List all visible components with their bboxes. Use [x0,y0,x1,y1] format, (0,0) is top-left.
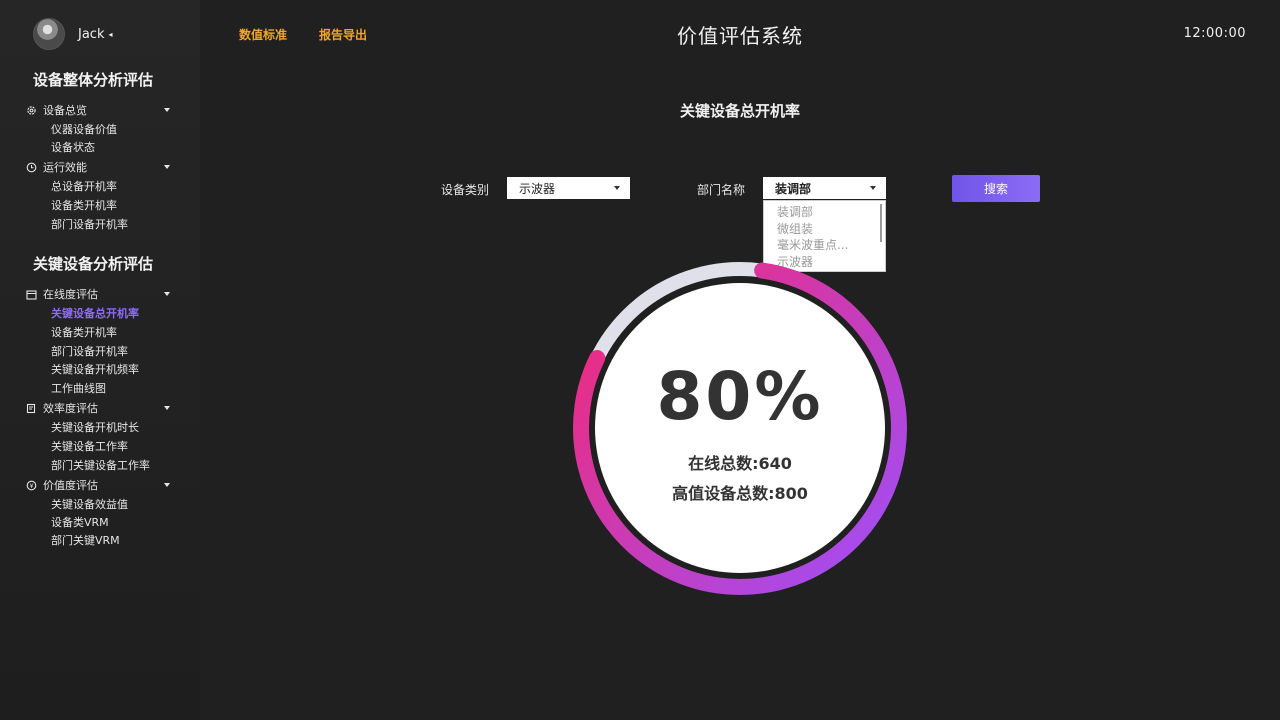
sidebar-item-key-uptime-frequency[interactable]: 关键设备开机频率 [51,361,139,377]
chevron-down-icon [164,292,170,296]
sidebar-item-dept-key-work-rate[interactable]: 部门关键设备工作率 [51,457,150,473]
sidebar-item-device-status[interactable]: 设备状态 [51,139,95,155]
sidebar-item-key-work-rate[interactable]: 关键设备工作率 [51,438,128,454]
department-select-value: 装调部 [775,181,812,196]
gauge-readout: 80% 在线总数:640 高值设备总数:800 [570,258,910,598]
chevron-down-icon [164,483,170,487]
svg-text:¥: ¥ [30,483,34,490]
category-select-value: 示波器 [519,181,556,196]
clock: 12:00:00 [1183,26,1246,41]
nav-group-efficiency-eval[interactable]: 效率度评估 [26,400,170,416]
chevron-down-icon [164,165,170,169]
sidebar-item-category-vrm[interactable]: 设备类VRM [51,514,109,530]
section-title-overall: 设备整体分析评估 [33,71,154,89]
section-title-key-devices: 关键设备分析评估 [33,255,154,273]
department-select[interactable]: 装调部 [763,177,886,199]
online-total: 在线总数:640 [688,454,792,473]
sidebar-item-dept-key-vrm[interactable]: 部门关键VRM [51,532,120,548]
search-button[interactable]: 搜索 [952,175,1040,202]
sidebar-item-key-benefit[interactable]: 关键设备效益值 [51,496,128,512]
sidebar-item-key-total-uptime[interactable]: 关键设备总开机率 [51,305,139,321]
chevron-down-icon [614,186,620,190]
dropdown-option[interactable]: 装调部 [764,204,885,221]
page-title: 关键设备总开机率 [679,102,800,120]
nav-group-online[interactable]: 在线度评估 [26,286,170,302]
dropdown-option[interactable]: 毫米波重点... [764,237,885,254]
chevron-down-icon [870,186,876,190]
high-value-total: 高值设备总数:800 [672,484,808,503]
sidebar-item-total-uptime[interactable]: 总设备开机率 [51,178,117,194]
gauge-percent: 80% [656,358,824,435]
nav-group-label: 价值度评估 [43,479,98,492]
department-label: 部门名称 [697,183,746,197]
app-title: 价值评估系统 [677,24,803,48]
nav-group-value-eval[interactable]: ¥ 价值度评估 [26,477,170,493]
sidebar-item-key-uptime-duration[interactable]: 关键设备开机时长 [51,419,139,435]
nav-group-label: 在线度评估 [43,288,98,301]
clock-icon [26,162,37,173]
sidebar-item-key-dept-uptime[interactable]: 部门设备开机率 [51,343,128,359]
dropdown-option[interactable]: 微组装 [764,221,885,238]
category-select[interactable]: 示波器 [507,177,630,199]
nav-group-efficiency[interactable]: 运行效能 [26,159,170,175]
sidebar-item-dept-uptime[interactable]: 部门设备开机率 [51,216,128,232]
sidebar-item-key-category-uptime[interactable]: 设备类开机率 [51,324,117,340]
nav-group-label: 运行效能 [43,161,87,174]
category-label: 设备类别 [441,183,490,197]
chevron-down-icon [164,406,170,410]
edit-icon [26,403,37,414]
dropdown-scrollbar[interactable] [880,204,882,242]
sidebar-item-instrument-value[interactable]: 仪器设备价值 [51,121,117,137]
sidebar-item-category-uptime[interactable]: 设备类开机率 [51,197,117,213]
coin-icon: ¥ [26,480,37,491]
nav-group-label: 效率度评估 [43,402,98,415]
calendar-icon [26,289,37,300]
sidebar-item-work-curve[interactable]: 工作曲线图 [51,380,106,396]
